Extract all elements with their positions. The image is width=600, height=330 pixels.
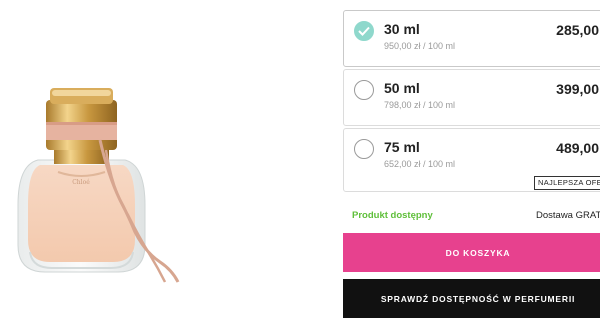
svg-text:Chloé: Chloé bbox=[72, 179, 90, 186]
checkmark-icon bbox=[358, 26, 370, 36]
unit-price: 652,00 zł / 100 ml bbox=[384, 159, 456, 169]
delivery-info: Dostawa GRATIS bbox=[536, 210, 600, 221]
best-offer-badge: NAJLEPSZA OFE bbox=[534, 176, 600, 190]
price: 489,00 bbox=[556, 140, 599, 156]
radio-unselected[interactable] bbox=[354, 139, 374, 159]
size-label: 30 ml bbox=[384, 21, 420, 37]
price: 399,00 bbox=[556, 81, 599, 97]
unit-price: 950,00 zł / 100 ml bbox=[384, 41, 456, 51]
radio-selected[interactable] bbox=[354, 21, 374, 41]
product-image: Chloé bbox=[17, 88, 180, 283]
price: 285,00 bbox=[556, 22, 599, 38]
check-store-availability-button[interactable]: SPRAWDŹ DOSTĘPNOŚĆ W PERFUMERII bbox=[343, 279, 600, 318]
size-option-50ml[interactable]: 50 ml 798,00 zł / 100 ml 399,00 bbox=[343, 69, 600, 126]
size-label: 75 ml bbox=[384, 139, 420, 155]
size-label: 50 ml bbox=[384, 80, 420, 96]
unit-price: 798,00 zł / 100 ml bbox=[384, 100, 456, 110]
size-option-75ml[interactable]: 75 ml 652,00 zł / 100 ml 489,00 NAJLEPSZ… bbox=[343, 128, 600, 192]
add-to-cart-button[interactable]: DO KOSZYKA bbox=[343, 233, 600, 272]
radio-unselected[interactable] bbox=[354, 80, 374, 100]
size-option-30ml[interactable]: 30 ml 950,00 zł / 100 ml 285,00 bbox=[343, 10, 600, 67]
size-selection-panel: 30 ml 950,00 zł / 100 ml 285,00 50 ml 79… bbox=[343, 0, 600, 330]
availability-status: Produkt dostępny bbox=[352, 210, 433, 221]
